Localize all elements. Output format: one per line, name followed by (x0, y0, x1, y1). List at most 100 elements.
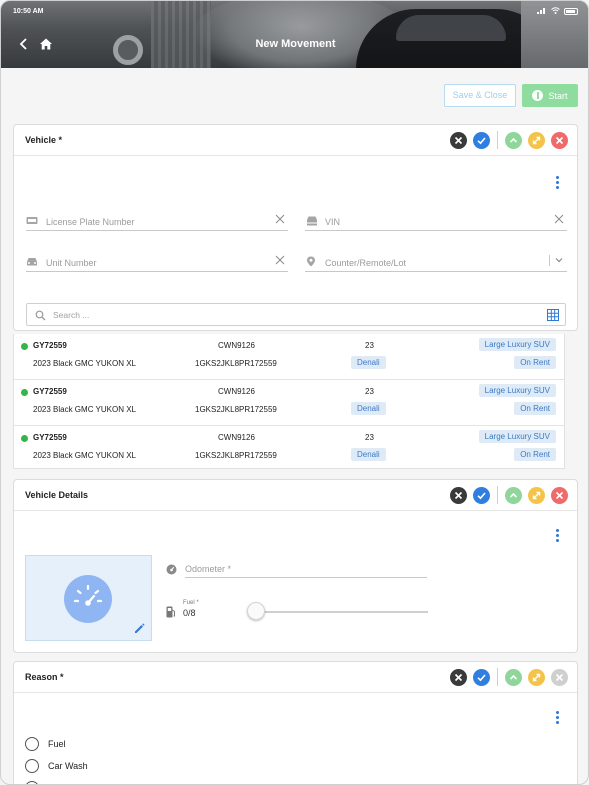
odometer-photo[interactable] (25, 555, 152, 641)
info-icon (532, 90, 544, 101)
cancel-button[interactable] (450, 131, 467, 149)
close-icon (454, 491, 463, 499)
vehicle-description: 2023 Black GMC YUKON XL (33, 359, 137, 368)
grid-icon[interactable] (547, 309, 559, 321)
vehicle-description: 2023 Black GMC YUKON XL (33, 405, 137, 414)
status-icons (537, 7, 578, 16)
vehicle-vin: 1GKS2JKL8PR172559 (195, 451, 277, 460)
app-frame: 10:50 AM New Movement Save & Close Start… (0, 0, 589, 785)
check-icon (477, 136, 486, 144)
search-placeholder: Search ... (53, 310, 90, 320)
start-button[interactable]: Start (522, 84, 578, 107)
availability-dot (21, 435, 28, 442)
check-icon (477, 491, 486, 499)
vehicle-class-badge: Large Luxury SUV (478, 430, 556, 443)
confirm-button[interactable] (473, 131, 490, 149)
close-icon (555, 491, 564, 499)
chevron-up-icon (509, 674, 518, 680)
page-title: New Movement (255, 38, 336, 50)
expand-icon (532, 136, 541, 144)
plate-number: GY72559 (33, 341, 67, 350)
header-overlay (1, 1, 588, 68)
clear-icon[interactable] (275, 255, 285, 265)
vehicle-class-badge: Large Luxury SUV (478, 338, 556, 351)
license-plate-placeholder: License Plate Number (46, 217, 135, 227)
vehicle-number: 23 (365, 341, 374, 350)
unit-number-placeholder: Unit Number (46, 258, 97, 268)
collapse-button[interactable] (505, 131, 522, 149)
reason-card-title: Reason * (25, 672, 64, 682)
expand-button[interactable] (528, 131, 545, 149)
unit-number-field[interactable]: Unit Number (26, 254, 288, 272)
vehicle-results-list: GY72559 CWN9126 23 Large Luxury SUV 2023… (13, 334, 565, 469)
search-icon (35, 310, 46, 321)
fuel-pump-icon (166, 606, 175, 618)
status-badge: On Rent (514, 356, 556, 369)
confirm-button[interactable] (473, 668, 490, 686)
vehicle-result-row[interactable]: GY72559 CWN9126 23 Large Luxury SUV 2023… (14, 380, 564, 426)
remove-button[interactable] (551, 131, 568, 149)
remove-button-disabled (551, 668, 568, 686)
cancel-button[interactable] (450, 668, 467, 686)
vehicle-description: 2023 Black GMC YUKON XL (33, 451, 137, 460)
fuel-value: 0/8 (183, 608, 196, 618)
collapse-button[interactable] (505, 486, 522, 504)
close-icon (555, 673, 564, 681)
confirm-button[interactable] (473, 486, 490, 504)
vin-field[interactable]: VIN (305, 213, 567, 231)
cancel-button[interactable] (450, 486, 467, 504)
vehicle-result-row[interactable]: GY72559 CWN9126 23 Large Luxury SUV 2023… (14, 334, 564, 380)
vin-placeholder: VIN (325, 217, 341, 227)
divider (497, 486, 498, 504)
trim-badge: Denali (351, 448, 386, 461)
odometer-input[interactable]: Odometer * (185, 560, 427, 578)
chevron-down-icon[interactable] (554, 255, 564, 265)
vehicle-search-input[interactable]: Search ... (26, 303, 566, 326)
close-icon (454, 136, 463, 144)
speedometer-icon (64, 575, 112, 623)
reason-radio-car-wash[interactable] (25, 759, 39, 773)
more-options-icon[interactable] (556, 529, 560, 543)
pencil-icon[interactable] (133, 622, 146, 635)
save-close-button[interactable]: Save & Close (444, 84, 516, 107)
status-badge: On Rent (514, 448, 556, 461)
remove-button[interactable] (551, 486, 568, 504)
odometer-label: Odometer * (185, 564, 232, 574)
chevron-up-icon (509, 492, 518, 498)
more-options-icon[interactable] (556, 711, 560, 725)
expand-button[interactable] (528, 486, 545, 504)
collapse-button[interactable] (505, 668, 522, 686)
more-options-icon[interactable] (556, 176, 560, 190)
vehicle-details-card: Vehicle Details Odometer * Fuel * 0/8 (13, 479, 578, 653)
status-time: 10:50 AM (13, 8, 44, 15)
status-badge: On Rent (514, 402, 556, 415)
license-plate-field[interactable]: License Plate Number (26, 213, 288, 231)
fuel-slider-track[interactable] (256, 611, 428, 613)
clear-icon[interactable] (554, 214, 564, 224)
location-select[interactable]: Counter/Remote/Lot (305, 254, 567, 272)
vehicle-details-title: Vehicle Details (25, 490, 89, 500)
chevron-up-icon (509, 137, 518, 143)
unit-number: CWN9126 (218, 387, 255, 396)
vehicle-vin: 1GKS2JKL8PR172559 (195, 359, 277, 368)
map-pin-icon (307, 256, 315, 267)
vehicle-details-header: Vehicle Details (14, 480, 577, 511)
vehicle-result-row[interactable]: GY72559 CWN9126 23 Large Luxury SUV 2023… (14, 426, 564, 472)
reason-radio-next[interactable] (25, 781, 39, 784)
clear-icon[interactable] (275, 214, 285, 224)
reason-option-label: Car Wash (48, 761, 88, 771)
plate-number: GY72559 (33, 387, 67, 396)
expand-icon (532, 673, 541, 681)
trim-badge: Denali (351, 356, 386, 369)
fuel-slider-thumb[interactable] (247, 602, 265, 620)
reason-radio-fuel[interactable] (25, 737, 39, 751)
reason-card: Reason * Fuel Car Wash (13, 661, 578, 784)
vin-icon (307, 216, 317, 226)
start-button-label: Start (548, 90, 568, 101)
vehicle-card-controls (450, 131, 568, 149)
expand-button[interactable] (528, 668, 545, 686)
availability-dot (21, 343, 28, 350)
location-placeholder: Counter/Remote/Lot (325, 258, 407, 268)
check-icon (477, 673, 486, 681)
vehicle-number: 23 (365, 387, 374, 396)
